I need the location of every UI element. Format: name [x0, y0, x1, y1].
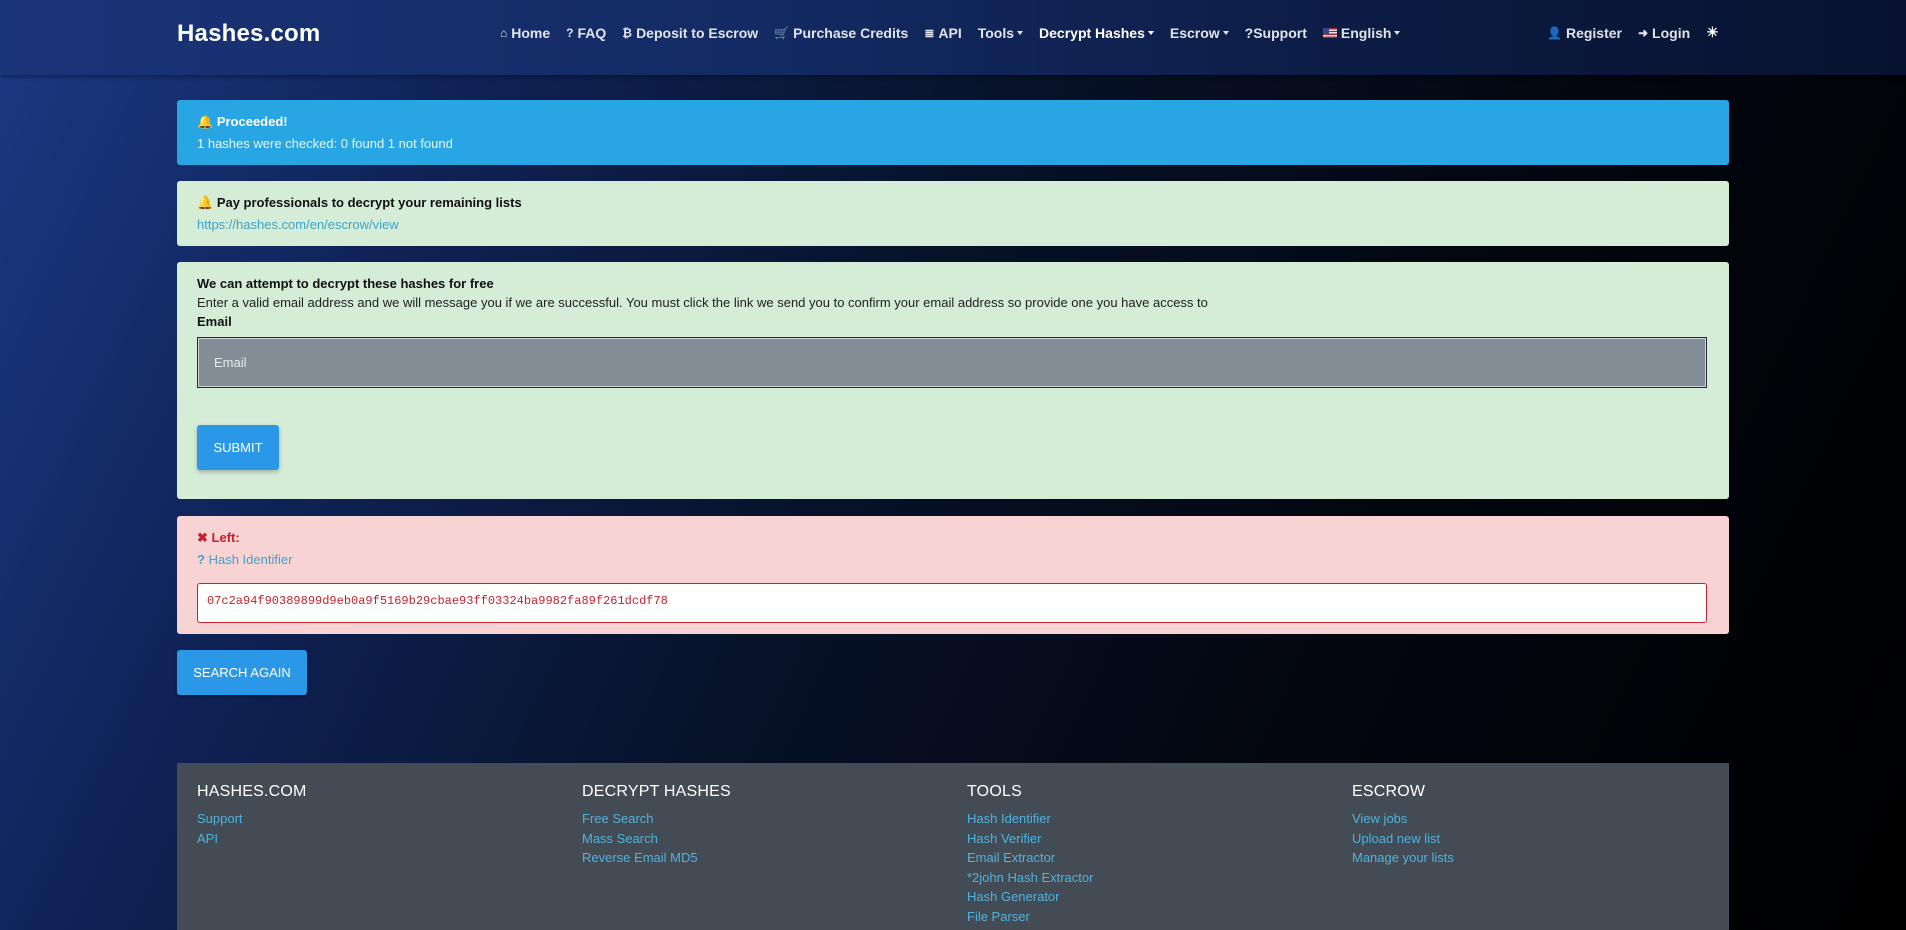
- alert-title-text: Pay professionals to decrypt your remain…: [216, 195, 522, 210]
- nav-api[interactable]: ≣ API: [924, 25, 961, 41]
- footer-link-hash-identifier[interactable]: Hash Identifier: [967, 809, 1093, 829]
- question-icon: ?: [197, 552, 205, 567]
- footer-link-hash-generator[interactable]: Hash Generator: [967, 887, 1093, 907]
- alert-message: 1 hashes were checked: 0 found 1 not fou…: [197, 136, 453, 151]
- nav-label: FAQ: [577, 25, 607, 41]
- top-navbar: Hashes.com ⌂ Home ? FAQ ₿ Deposit to Esc…: [0, 0, 1906, 75]
- left-hashes-alert: ✖ Left: ? Hash Identifier 07c2a94f903898…: [177, 516, 1729, 634]
- footer-link-manage-lists[interactable]: Manage your lists: [1352, 848, 1454, 868]
- alert-title: 🔔 Proceeded!: [197, 114, 1709, 130]
- left-title-text: Left:: [211, 530, 240, 545]
- cart-icon: 🛒: [774, 26, 790, 40]
- nav-label: Purchase Credits: [793, 25, 909, 41]
- sign-in-icon: ➜: [1637, 25, 1649, 40]
- nav-home[interactable]: ⌂ Home: [500, 25, 550, 41]
- alert-title-text: Proceeded!: [216, 114, 288, 129]
- bell-icon: 🔔: [197, 114, 214, 129]
- unfound-hash-value[interactable]: 07c2a94f90389899d9eb0a9f5169b29cbae93ff0…: [197, 583, 1707, 623]
- footer-heading: ESCROW: [1352, 783, 1426, 800]
- form-title: We can attempt to decrypt these hashes f…: [197, 276, 494, 291]
- bell-icon: 🔔: [197, 195, 214, 210]
- brand-logo[interactable]: Hashes.com: [177, 20, 320, 48]
- footer-link-file-parser[interactable]: File Parser: [967, 907, 1093, 927]
- footer-link-reverse-email[interactable]: Reverse Email MD5: [582, 848, 731, 868]
- nav-deposit-to-escrow[interactable]: ₿ Deposit to Escrow: [622, 25, 758, 41]
- free-decrypt-form: We can attempt to decrypt these hashes f…: [177, 262, 1729, 499]
- nav-label: ?Support: [1244, 25, 1307, 41]
- api-icon: ≣: [924, 26, 935, 40]
- nav-purchase-credits[interactable]: 🛒 Purchase Credits: [774, 25, 908, 41]
- footer-link-hash-verifier[interactable]: Hash Verifier: [967, 829, 1093, 849]
- hash-identifier-label: Hash Identifier: [208, 552, 293, 567]
- footer: HASHES.COM Support API DECRYPT HASHES Fr…: [177, 763, 1729, 930]
- theme-toggle-button[interactable]: ☀: [1706, 24, 1719, 41]
- close-icon: ✖: [197, 530, 208, 545]
- nav-support[interactable]: ?Support: [1245, 25, 1307, 41]
- alert-title: 🔔 Pay professionals to decrypt your rema…: [197, 195, 1709, 211]
- user-plus-icon: 👤: [1547, 25, 1562, 40]
- nav-label: Escrow: [1169, 25, 1220, 41]
- nav-label: API: [938, 25, 962, 41]
- footer-link-mass-search[interactable]: Mass Search: [582, 829, 731, 849]
- footer-heading: DECRYPT HASHES: [582, 783, 731, 800]
- nav-decrypt-hashes-dropdown[interactable]: Decrypt Hashes: [1039, 25, 1154, 41]
- hash-identifier-link[interactable]: ? Hash Identifier: [197, 552, 1709, 567]
- nav-label: Deposit to Escrow: [636, 25, 759, 41]
- proceeded-alert: 🔔 Proceeded! 1 hashes were checked: 0 fo…: [177, 100, 1729, 165]
- footer-heading: TOOLS: [967, 783, 1022, 800]
- account-nav: 👤 Register ➜ Login ☀: [1547, 24, 1735, 41]
- pay-professionals-alert: 🔔 Pay professionals to decrypt your rema…: [177, 181, 1729, 246]
- register-link[interactable]: 👤 Register: [1547, 25, 1622, 41]
- footer-link-api[interactable]: API: [197, 829, 307, 849]
- escrow-view-link[interactable]: https://hashes.com/en/escrow/view: [197, 217, 1709, 232]
- footer-link-view-jobs[interactable]: View jobs: [1352, 809, 1454, 829]
- nav-label: English: [1340, 25, 1392, 41]
- home-icon: ⌂: [500, 26, 508, 40]
- footer-link-2john-extractor[interactable]: *2john Hash Extractor: [967, 868, 1093, 888]
- form-description: Enter a valid email address and we will …: [197, 295, 1208, 310]
- footer-col-decrypt: DECRYPT HASHES Free Search Mass Search R…: [582, 783, 731, 868]
- nav-escrow-dropdown[interactable]: Escrow: [1170, 25, 1229, 41]
- main-nav: ⌂ Home ? FAQ ₿ Deposit to Escrow 🛒 Purch…: [500, 25, 1416, 41]
- footer-link-free-search[interactable]: Free Search: [582, 809, 731, 829]
- nav-label: Home: [511, 25, 551, 41]
- sun-icon: ☀: [1706, 24, 1719, 40]
- bitcoin-icon: ₿: [622, 26, 633, 40]
- search-again-button[interactable]: SEARCH AGAIN: [177, 650, 307, 695]
- footer-heading: HASHES.COM: [197, 783, 307, 800]
- footer-col-tools: TOOLS Hash Identifier Hash Verifier Emai…: [967, 783, 1093, 926]
- footer-link-email-extractor[interactable]: Email Extractor: [967, 848, 1093, 868]
- footer-link-upload-list[interactable]: Upload new list: [1352, 829, 1454, 849]
- footer-link-support[interactable]: Support: [197, 809, 307, 829]
- nav-tools-dropdown[interactable]: Tools: [978, 25, 1023, 41]
- nav-label: Tools: [977, 25, 1015, 41]
- nav-language-dropdown[interactable]: English: [1322, 25, 1401, 41]
- nav-faq[interactable]: ? FAQ: [566, 25, 606, 41]
- footer-col-hashes: HASHES.COM Support API: [197, 783, 307, 848]
- email-field[interactable]: [197, 337, 1707, 388]
- submit-button[interactable]: SUBMIT: [197, 425, 279, 470]
- login-link[interactable]: ➜ Login: [1638, 25, 1690, 41]
- question-icon: ?: [566, 26, 574, 40]
- email-label: Email: [197, 314, 232, 329]
- login-label: Login: [1652, 24, 1691, 41]
- left-title: ✖ Left:: [197, 530, 1709, 546]
- footer-col-escrow: ESCROW View jobs Upload new list Manage …: [1352, 783, 1454, 868]
- register-label: Register: [1565, 24, 1622, 41]
- us-flag-icon: [1322, 28, 1337, 38]
- nav-label: Decrypt Hashes: [1039, 25, 1145, 41]
